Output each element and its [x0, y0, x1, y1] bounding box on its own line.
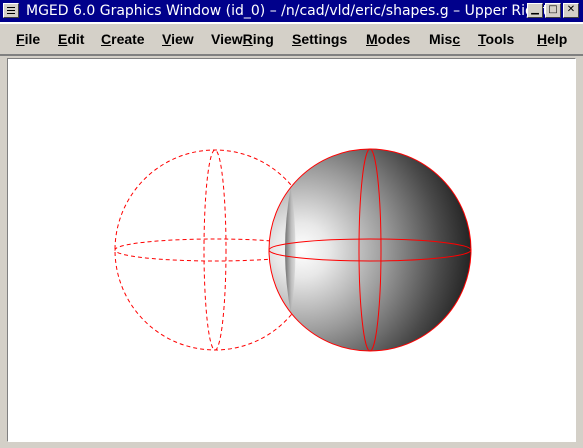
window-title: MGED 6.0 Graphics Window (id_0) – /n/cad…: [26, 3, 549, 19]
menu-file[interactable]: File: [16, 31, 40, 47]
menu-modes[interactable]: Modes: [366, 31, 410, 47]
menu-bar: File Edit Create View ViewRing Settings …: [0, 22, 583, 56]
maximize-button[interactable]: □: [545, 3, 561, 18]
menu-tools[interactable]: Tools: [478, 31, 514, 47]
menu-view[interactable]: View: [162, 31, 194, 47]
menu-edit[interactable]: Edit: [58, 31, 84, 47]
menu-help[interactable]: Help: [537, 31, 567, 47]
scene-svg: [114, 148, 472, 352]
menu-viewring[interactable]: ViewRing: [211, 31, 274, 47]
window-menu-icon[interactable]: [3, 3, 19, 18]
graphics-viewport[interactable]: [7, 58, 576, 442]
menu-settings[interactable]: Settings: [292, 31, 347, 47]
mged-graphics-window: MGED 6.0 Graphics Window (id_0) – /n/cad…: [0, 0, 583, 448]
close-button[interactable]: ✕: [563, 3, 579, 18]
minimize-button[interactable]: ▁: [527, 3, 543, 18]
shaded-sphere: [268, 148, 472, 352]
menu-misc[interactable]: Misc: [429, 31, 460, 47]
title-bar[interactable]: MGED 6.0 Graphics Window (id_0) – /n/cad…: [0, 0, 583, 22]
menu-create[interactable]: Create: [101, 31, 145, 47]
